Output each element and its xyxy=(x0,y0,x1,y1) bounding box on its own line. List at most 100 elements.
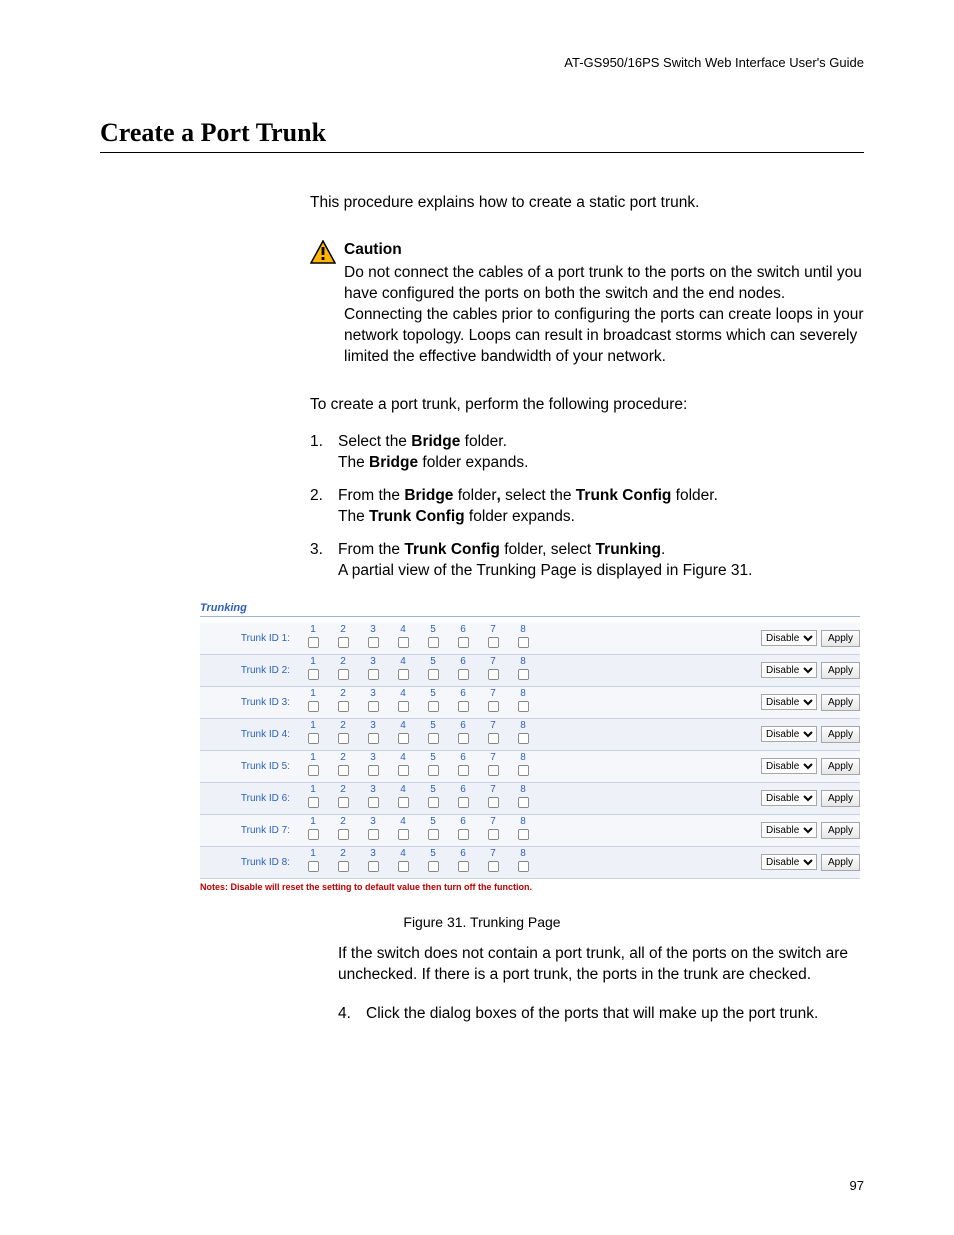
port-checkbox[interactable] xyxy=(457,733,468,744)
port-checkbox[interactable] xyxy=(427,797,438,808)
port-checkbox[interactable] xyxy=(367,765,378,776)
port-checkbox[interactable] xyxy=(337,765,348,776)
text: From the xyxy=(338,541,404,558)
port-checkbox[interactable] xyxy=(337,861,348,872)
port-checkbox[interactable] xyxy=(517,669,528,680)
port-checkbox[interactable] xyxy=(397,733,408,744)
port-cell: 1 xyxy=(298,721,328,748)
port-checkbox[interactable] xyxy=(517,765,528,776)
port-checkbox[interactable] xyxy=(517,701,528,712)
apply-button[interactable]: Apply xyxy=(821,854,860,871)
trunk-status-select[interactable]: Disable xyxy=(761,790,817,806)
port-checkbox[interactable] xyxy=(367,861,378,872)
port-checkbox[interactable] xyxy=(427,669,438,680)
port-cell: 1 xyxy=(298,849,328,876)
port-number: 5 xyxy=(418,625,448,635)
port-checkbox[interactable] xyxy=(307,829,318,840)
port-checkbox[interactable] xyxy=(427,701,438,712)
apply-button[interactable]: Apply xyxy=(821,726,860,743)
port-cell: 6 xyxy=(448,625,478,652)
port-checkbox[interactable] xyxy=(517,733,528,744)
port-checkbox[interactable] xyxy=(457,829,468,840)
port-checkbox[interactable] xyxy=(397,669,408,680)
apply-button[interactable]: Apply xyxy=(821,662,860,679)
port-checkbox[interactable] xyxy=(337,797,348,808)
port-number: 2 xyxy=(328,721,358,731)
port-checkbox[interactable] xyxy=(397,637,408,648)
trunk-status-select[interactable]: Disable xyxy=(761,758,817,774)
apply-button[interactable]: Apply xyxy=(821,630,860,647)
port-checkbox[interactable] xyxy=(487,797,498,808)
port-checkbox[interactable] xyxy=(487,765,498,776)
port-checkbox[interactable] xyxy=(517,861,528,872)
trunk-id-label: Trunk ID 8: xyxy=(200,857,298,868)
port-checkbox[interactable] xyxy=(397,765,408,776)
port-checkbox[interactable] xyxy=(337,733,348,744)
port-number: 1 xyxy=(298,657,328,667)
port-checkbox[interactable] xyxy=(427,733,438,744)
port-checkbox[interactable] xyxy=(337,701,348,712)
port-cell: 2 xyxy=(328,625,358,652)
trunk-status-select[interactable]: Disable xyxy=(761,694,817,710)
panel-title: Trunking xyxy=(200,600,860,617)
port-checkbox[interactable] xyxy=(427,637,438,648)
port-checkbox[interactable] xyxy=(397,797,408,808)
port-checkbox[interactable] xyxy=(307,733,318,744)
port-checkbox[interactable] xyxy=(487,669,498,680)
port-checkbox[interactable] xyxy=(367,637,378,648)
trunk-status-select[interactable]: Disable xyxy=(761,662,817,678)
port-checkbox[interactable] xyxy=(457,701,468,712)
port-checkbox[interactable] xyxy=(517,829,528,840)
port-checkbox[interactable] xyxy=(457,669,468,680)
port-checkbox[interactable] xyxy=(457,637,468,648)
port-checkbox[interactable] xyxy=(367,701,378,712)
trunk-status-select[interactable]: Disable xyxy=(761,822,817,838)
port-checkbox[interactable] xyxy=(307,701,318,712)
port-checkbox[interactable] xyxy=(457,861,468,872)
port-cell: 8 xyxy=(508,689,538,716)
port-checkbox[interactable] xyxy=(307,669,318,680)
port-checkbox[interactable] xyxy=(397,701,408,712)
port-checkbox[interactable] xyxy=(367,669,378,680)
port-checkbox[interactable] xyxy=(367,733,378,744)
port-number: 3 xyxy=(358,849,388,859)
port-checkbox[interactable] xyxy=(397,861,408,872)
port-checkbox[interactable] xyxy=(517,797,528,808)
port-checkbox[interactable] xyxy=(397,829,408,840)
port-checkbox[interactable] xyxy=(337,829,348,840)
port-checkbox[interactable] xyxy=(307,797,318,808)
port-checkbox[interactable] xyxy=(307,637,318,648)
port-cell: 4 xyxy=(388,721,418,748)
port-checkbox[interactable] xyxy=(367,829,378,840)
trunk-status-select[interactable]: Disable xyxy=(761,630,817,646)
text: From the xyxy=(338,487,404,504)
port-checkbox[interactable] xyxy=(487,637,498,648)
port-checkbox[interactable] xyxy=(427,765,438,776)
port-checkbox[interactable] xyxy=(307,765,318,776)
port-checkbox[interactable] xyxy=(457,765,468,776)
port-cell: 3 xyxy=(358,689,388,716)
port-cell: 6 xyxy=(448,817,478,844)
port-checkbox[interactable] xyxy=(487,861,498,872)
port-cell: 2 xyxy=(328,753,358,780)
apply-button[interactable]: Apply xyxy=(821,790,860,807)
port-checkbox[interactable] xyxy=(487,733,498,744)
trunk-status-select[interactable]: Disable xyxy=(761,854,817,870)
port-checkbox[interactable] xyxy=(427,829,438,840)
trunk-status-select[interactable]: Disable xyxy=(761,726,817,742)
port-checkbox[interactable] xyxy=(337,637,348,648)
port-checkbox[interactable] xyxy=(367,797,378,808)
port-checkbox[interactable] xyxy=(337,669,348,680)
port-cell: 3 xyxy=(358,817,388,844)
port-checkbox[interactable] xyxy=(457,797,468,808)
port-checkbox[interactable] xyxy=(487,701,498,712)
page-number: 97 xyxy=(850,1178,864,1193)
port-checkbox[interactable] xyxy=(517,637,528,648)
port-checkbox[interactable] xyxy=(487,829,498,840)
port-checkbox[interactable] xyxy=(307,861,318,872)
apply-button[interactable]: Apply xyxy=(821,694,860,711)
apply-button[interactable]: Apply xyxy=(821,758,860,775)
trunk-row: Trunk ID 1:12345678DisableApply xyxy=(200,623,860,655)
apply-button[interactable]: Apply xyxy=(821,822,860,839)
port-checkbox[interactable] xyxy=(427,861,438,872)
